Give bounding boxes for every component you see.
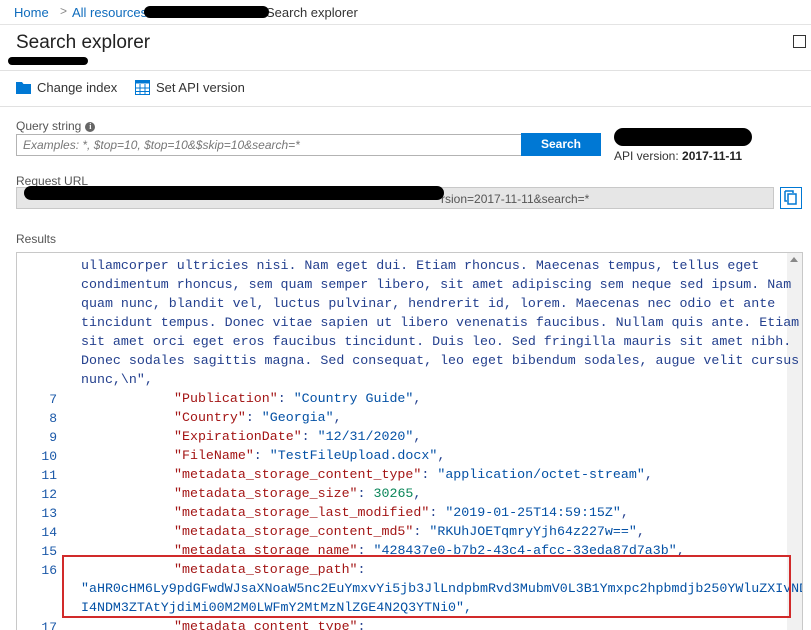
breadcrumb-home-link[interactable]: Home (14, 5, 49, 20)
line-number: 12 (41, 487, 57, 502)
api-version-value: 2017-11-11 (682, 149, 743, 163)
code-line: "Publication": "Country Guide", (174, 391, 422, 406)
json-value: "RKUhJOETqmryYjh64z227w==" (429, 524, 637, 539)
code-text-line: tincidunt tempus. Donec vitae sapien ut … (81, 315, 800, 330)
json-value: "12/31/2020" (317, 429, 414, 444)
code-text-line: Donec sodales sagittis magna. Sed conseq… (81, 353, 800, 368)
divider (0, 70, 811, 71)
results-label: Results (16, 232, 57, 246)
json-key: "Country" (174, 410, 246, 425)
folder-icon (16, 82, 31, 94)
search-button[interactable]: Search (521, 133, 601, 156)
line-number: 11 (41, 468, 57, 483)
json-value: 30265 (373, 486, 414, 501)
api-version-display: API version: 2017-11-11 (614, 149, 742, 163)
line-number: 14 (41, 525, 57, 540)
highlight-box (62, 555, 791, 618)
request-url-text: rsion=2017-11-11&search=* (441, 192, 590, 206)
json-key: "metadata_storage_content_md5" (174, 524, 414, 539)
table-icon (135, 80, 150, 95)
redaction-mark (144, 6, 269, 18)
query-string-label: Query string i (16, 119, 96, 133)
breadcrumb-separator: > (60, 4, 68, 18)
breadcrumb: Home > All resources Search explorer (0, 0, 811, 25)
json-value: "TestFileUpload.docx" (269, 448, 438, 463)
redaction-mark (614, 128, 752, 146)
copy-icon (784, 190, 797, 205)
line-number: 17 (41, 620, 57, 630)
line-number: 7 (49, 392, 57, 407)
json-key: "metadata_content_type" (174, 619, 358, 630)
redaction-mark (8, 57, 88, 65)
query-string-input[interactable] (16, 134, 528, 156)
code-text-line: sit amet orci eget eros faucibus tincidu… (81, 334, 792, 349)
info-icon[interactable]: i (85, 121, 96, 132)
code-line: "ExpirationDate": "12/31/2020", (174, 429, 422, 444)
line-number: 8 (49, 411, 57, 426)
breadcrumb-current: Search explorer (266, 5, 358, 20)
line-number: 10 (41, 449, 57, 464)
change-index-button[interactable]: Change index (16, 80, 117, 95)
json-key: "Publication" (174, 391, 278, 406)
code-line: "Country": "Georgia", (174, 410, 342, 425)
json-key: "metadata_storage_size" (174, 486, 358, 501)
set-api-version-label: Set API version (156, 80, 245, 95)
json-key: "ExpirationDate" (174, 429, 302, 444)
scroll-up-icon[interactable] (790, 257, 798, 262)
json-value: "2019-01-25T14:59:15Z" (445, 505, 621, 520)
maximize-icon[interactable] (793, 35, 806, 48)
json-key: "FileName" (174, 448, 254, 463)
line-number: 16 (41, 563, 57, 578)
divider (0, 106, 811, 107)
code-line: "metadata_storage_size": 30265, (174, 486, 422, 501)
breadcrumb-all-resources-link[interactable]: All resources (72, 5, 147, 20)
query-string-label-text: Query string (16, 119, 82, 133)
redaction-mark (24, 186, 444, 200)
code-line: "metadata_storage_content_type": "applic… (174, 467, 653, 482)
code-text-line: ullamcorper ultricies nisi. Nam eget dui… (81, 258, 760, 273)
json-value: "Georgia" (261, 410, 334, 425)
line-number: 15 (41, 544, 57, 559)
set-api-version-button[interactable]: Set API version (135, 80, 245, 95)
line-number: 13 (41, 506, 57, 521)
change-index-label: Change index (37, 80, 118, 95)
code-text-line: condimentum rhoncus, sem quam semper lib… (81, 277, 792, 292)
code-text-line: quam nunc, blandit vel, luctus pulvinar,… (81, 296, 776, 311)
copy-url-button[interactable] (780, 187, 802, 209)
code-line: "metadata_storage_last_modified": "2019-… (174, 505, 629, 520)
json-value: "Country Guide" (293, 391, 414, 406)
code-line: "metadata_content_type": (174, 619, 374, 630)
code-text-line: nunc,\n", (81, 372, 153, 387)
json-key: "metadata_storage_content_type" (174, 467, 422, 482)
code-line: "FileName": "TestFileUpload.docx", (174, 448, 446, 463)
page-title: Search explorer (16, 32, 151, 53)
json-key: "metadata_storage_last_modified" (174, 505, 430, 520)
json-value: "application/octet-stream" (437, 467, 645, 482)
line-number: 9 (49, 430, 57, 445)
code-line: "metadata_storage_content_md5": "RKUhJOE… (174, 524, 645, 539)
api-version-label: API version: (614, 149, 679, 163)
